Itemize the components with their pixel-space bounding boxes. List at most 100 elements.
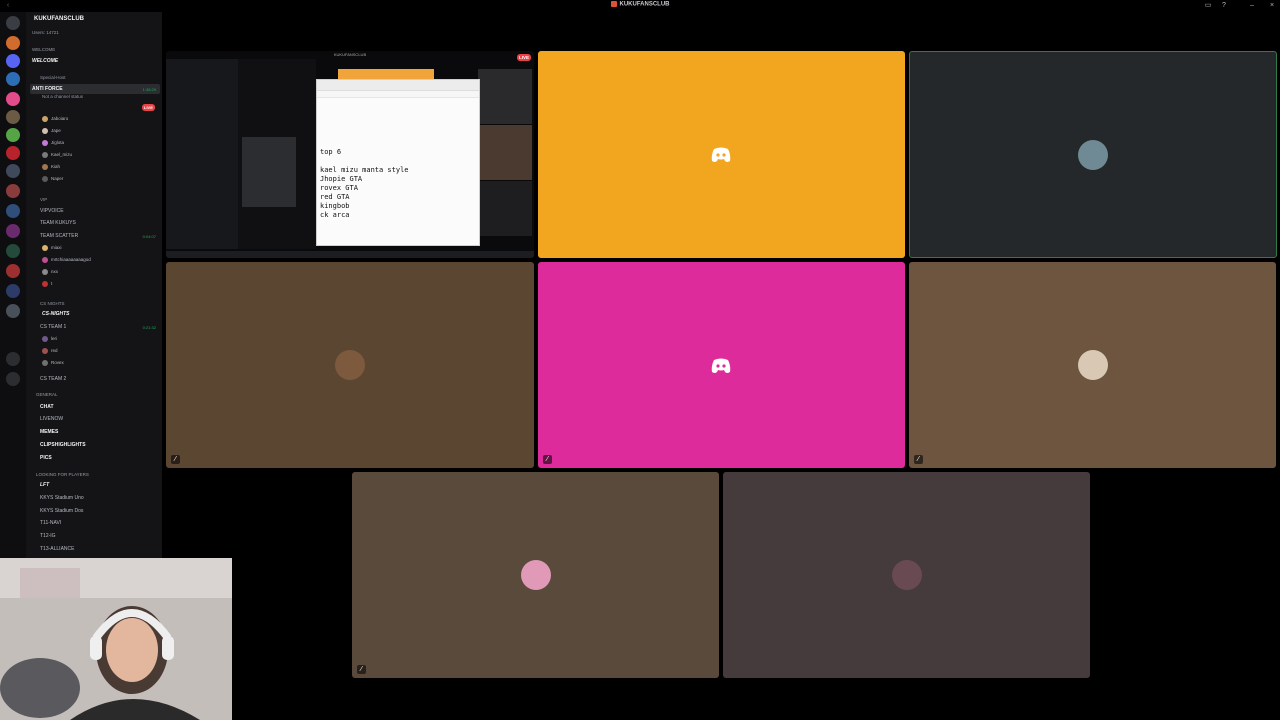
channel-livenow[interactable]: LIVENOW	[40, 416, 63, 422]
server-rail	[0, 12, 26, 558]
shared-orange-bar	[338, 69, 434, 79]
users-count: Users: 14721	[32, 30, 59, 35]
voice-user[interactable]: Jape	[42, 128, 61, 134]
avatar	[42, 152, 48, 158]
channel-lft[interactable]: LFT	[40, 482, 49, 488]
stream-live-badge: LIVE	[516, 54, 531, 61]
category-special-host[interactable]: Special-Host	[40, 75, 66, 80]
server-icon[interactable]	[6, 110, 20, 124]
channel-welcome[interactable]: WELCOME	[32, 58, 58, 64]
server-icon[interactable]	[6, 92, 20, 106]
voice-channel-cs-team-1[interactable]: CS TEAM 1	[40, 324, 66, 330]
avatar	[42, 140, 48, 146]
voice-participant-tile[interactable]: ⁄	[909, 262, 1276, 468]
avatar	[1078, 139, 1108, 170]
voice-channel-stadium-uno[interactable]: KKYS Stadium Uno	[40, 495, 84, 501]
voice-channel-t11[interactable]: T11-NAVI	[40, 520, 61, 526]
voice-participant-tile[interactable]: ⁄	[166, 262, 534, 468]
add-server-icon[interactable]	[6, 352, 20, 366]
server-icon[interactable]	[6, 146, 20, 160]
shared-sidebar	[166, 59, 238, 249]
help-icon[interactable]: ?	[1220, 2, 1228, 10]
shared-popup	[242, 137, 296, 207]
close-icon[interactable]: ×	[1268, 2, 1276, 10]
voice-user[interactable]: Jiglota	[42, 140, 64, 146]
notepad-line: red GTA	[320, 193, 350, 201]
voice-user[interactable]: Jaboiaro	[42, 116, 68, 122]
voice-user[interactable]: red	[42, 348, 58, 354]
voice-channel-cs-team-2[interactable]: CS TEAM 2	[40, 376, 66, 382]
avatar	[42, 281, 48, 287]
screen-share-tile[interactable]: KUKUFANSCLUB LIVE top 6 kael mizu manta …	[166, 51, 534, 258]
avatar	[42, 128, 48, 134]
avatar	[42, 257, 48, 263]
server-icon[interactable]	[6, 244, 20, 258]
voice-participant-tile[interactable]	[538, 51, 905, 258]
server-icon[interactable]	[6, 304, 20, 318]
server-icon[interactable]	[6, 72, 20, 86]
notepad-menu	[317, 91, 479, 98]
back-icon[interactable]: ‹	[4, 2, 12, 10]
voice-user[interactable]: Naper	[42, 176, 63, 182]
voice-user[interactable]: t	[42, 281, 52, 287]
server-icon[interactable]	[6, 36, 20, 50]
voice-user[interactable]: mrtchiaaaaaaaagod	[42, 257, 91, 263]
server-icon[interactable]	[6, 164, 20, 178]
voice-user[interactable]: Kael_mizu	[42, 152, 72, 158]
voice-channel-team-scatter[interactable]: TEAM SCATTER	[40, 233, 78, 239]
server-name[interactable]: KUKUFANSCLUB	[34, 16, 84, 22]
category-looking-for-players[interactable]: LOOKING FOR PLAYERS	[36, 472, 89, 477]
server-icon[interactable]	[6, 184, 20, 198]
voice-user[interactable]: Kiah	[42, 164, 60, 170]
voice-user[interactable]: miaxi	[42, 245, 62, 251]
voice-channel-team-kukuys[interactable]: TEAM KUKUYS	[40, 220, 76, 226]
category-cs-nights[interactable]: CS NIGHTS	[40, 301, 65, 306]
voice-channel-t12[interactable]: T12-IG	[40, 533, 56, 539]
server-icon[interactable]	[6, 264, 20, 278]
server-icon[interactable]	[6, 224, 20, 238]
shared-tile	[478, 125, 532, 180]
discover-icon[interactable]	[6, 372, 20, 386]
avatar	[335, 350, 365, 380]
category-welcome[interactable]: WELCOME	[32, 47, 55, 52]
inbox-icon[interactable]: ▭	[1204, 2, 1212, 10]
shared-taskbar	[166, 251, 534, 258]
webcam-overlay	[0, 558, 232, 720]
server-icon[interactable]	[6, 54, 20, 68]
voice-participant-tile[interactable]: ⁄	[352, 472, 719, 678]
server-icon[interactable]	[6, 284, 20, 298]
voice-user[interactable]: leri	[42, 336, 57, 342]
avatar	[520, 560, 551, 590]
voice-user[interactable]: nxx	[42, 269, 58, 275]
category-vip[interactable]: VIP	[40, 197, 47, 202]
notepad-line: rovex GTA	[320, 184, 358, 192]
voice-participant-tile-speaking[interactable]	[909, 51, 1277, 258]
notepad-window: top 6 kael mizu manta style Jhopie GTA r…	[316, 79, 480, 246]
channel-pics[interactable]: PICS	[40, 455, 52, 461]
channel-list: KUKUFANSCLUB Users: 14721 WELCOME WELCOM…	[26, 12, 162, 558]
minimize-icon[interactable]: –	[1248, 2, 1256, 10]
avatar	[42, 269, 48, 275]
category-general[interactable]: GENERAL	[36, 392, 58, 397]
voice-channel-anti-force[interactable]: ANTI FORCE	[30, 84, 160, 94]
voice-user[interactable]: Rovex	[42, 360, 64, 366]
channel-chat[interactable]: CHAT	[40, 404, 54, 410]
server-icon[interactable]	[6, 128, 20, 142]
channel-cs-nights[interactable]: CS-NIGHTS	[42, 311, 70, 317]
mic-muted-icon: ⁄	[914, 455, 923, 464]
stream-title: KUKUFANSCLUB	[333, 52, 367, 57]
channel-clipshighlights[interactable]: CLIPSHIGHLIGHTS	[40, 442, 86, 448]
home-icon[interactable]	[6, 16, 20, 30]
voice-participant-tile[interactable]: ⁄	[538, 262, 905, 468]
voice-timer: 1:38:29	[142, 87, 156, 92]
voice-channel-vipvoice[interactable]: VIPVOICE	[40, 208, 64, 214]
voice-channel-stadium-dos[interactable]: KKYS Stadium Dos	[40, 508, 83, 514]
voice-participant-tile[interactable]	[723, 472, 1090, 678]
avatar	[42, 116, 48, 122]
shared-tile	[478, 69, 532, 124]
notepad-line: Jhopie GTA	[320, 175, 363, 183]
server-icon[interactable]	[6, 204, 20, 218]
voice-channel-t13[interactable]: T13-ALLIANCE	[40, 546, 74, 552]
shared-tile	[478, 181, 532, 236]
channel-memes[interactable]: MEMES	[40, 429, 58, 435]
